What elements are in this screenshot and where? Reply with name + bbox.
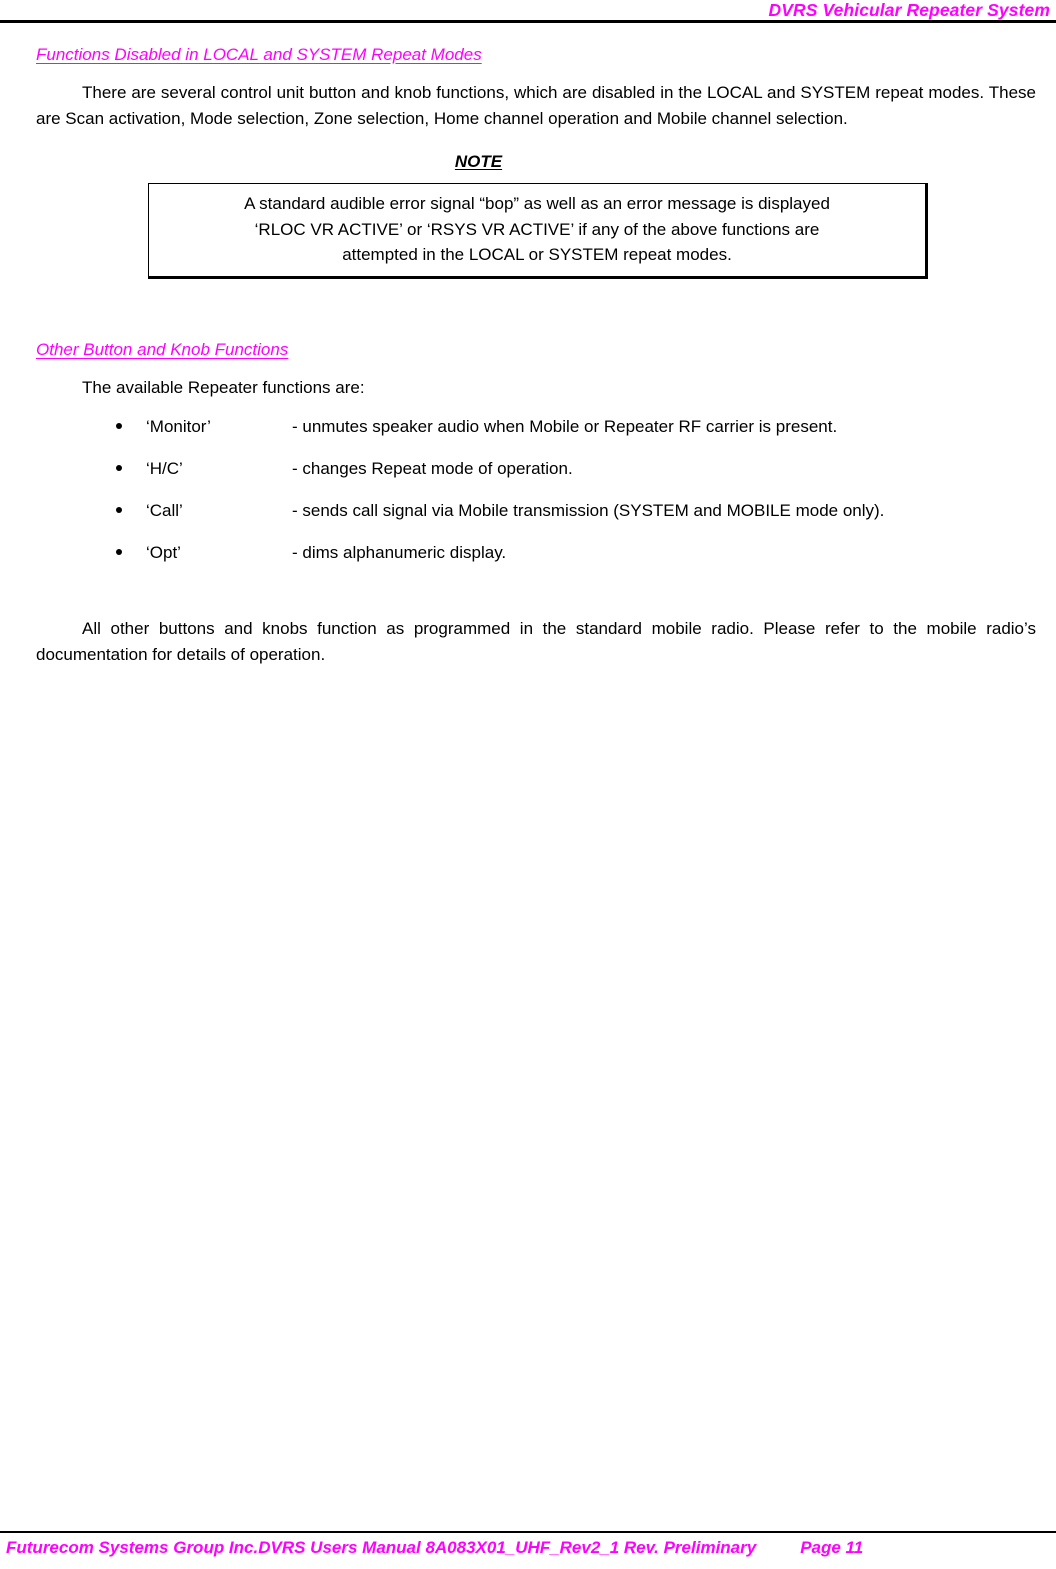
list-item: ‘Call’ - sends call signal via Mobile tr… — [36, 498, 1036, 540]
section-heading-other-functions: Other Button and Knob Functions — [36, 339, 1036, 361]
footer-manual-reference: Futurecom Systems Group Inc.DVRS Users M… — [6, 1538, 757, 1557]
paragraph-available-functions: The available Repeater functions are: — [82, 377, 365, 397]
bullet-icon — [116, 549, 122, 555]
header-title: DVRS Vehicular Repeater System — [768, 0, 1050, 20]
section-heading-text: Functions Disabled in LOCAL and SYSTEM R… — [36, 45, 482, 64]
list-item-label: ‘Monitor’ — [146, 417, 211, 436]
list-item: ‘Monitor’ - unmutes speaker audio when M… — [36, 414, 1036, 456]
document-page: DVRS Vehicular Repeater System Functions… — [0, 0, 1056, 1569]
list-item: ‘Opt’ - dims alphanumeric display. — [36, 540, 1036, 582]
note-line: attempted in the LOCAL or SYSTEM repeat … — [342, 245, 732, 264]
list-item-description: - dims alphanumeric display. — [292, 543, 507, 562]
document-body: Functions Disabled in LOCAL and SYSTEM R… — [36, 44, 1036, 667]
list-item-label: ‘Call’ — [146, 501, 183, 520]
page-footer: Futurecom Systems Group Inc.DVRS Users M… — [6, 1536, 1050, 1560]
note-title: NOTE — [454, 152, 503, 171]
list-item-description: - unmutes speaker audio when Mobile or R… — [292, 417, 838, 436]
bullet-icon — [116, 465, 122, 471]
bullet-icon — [116, 423, 122, 429]
list-item-label: ‘H/C’ — [146, 459, 183, 478]
footer-divider — [0, 1531, 1056, 1533]
list-item: ‘H/C’ - changes Repeat mode of operation… — [36, 456, 1036, 498]
section-heading-text: Other Button and Knob Functions — [36, 339, 289, 359]
paragraph-closing: All other buttons and knobs function as … — [36, 619, 1036, 664]
section-heading-functions-disabled: Functions Disabled in LOCAL and SYSTEM R… — [36, 44, 1036, 66]
paragraph-functions-disabled: There are several control unit button an… — [36, 83, 1036, 128]
page-header: DVRS Vehicular Repeater System — [36, 0, 1050, 21]
repeater-functions-list: ‘Monitor’ - unmutes speaker audio when M… — [36, 414, 1036, 582]
list-item-description: - sends call signal via Mobile transmiss… — [292, 501, 885, 520]
note-title-container: NOTE — [36, 151, 921, 173]
header-divider — [0, 20, 1056, 23]
list-item-description: - changes Repeat mode of operation. — [292, 459, 573, 478]
footer-page-number: Page 11 — [800, 1538, 864, 1557]
bullet-icon — [116, 507, 122, 513]
note-box: A standard audible error signal “bop” as… — [148, 183, 928, 279]
note-line: A standard audible error signal “bop” as… — [244, 194, 830, 213]
note-line: ‘RLOC VR ACTIVE’ or ‘RSYS VR ACTIVE’ if … — [254, 219, 820, 239]
list-item-label: ‘Opt’ — [146, 543, 181, 562]
